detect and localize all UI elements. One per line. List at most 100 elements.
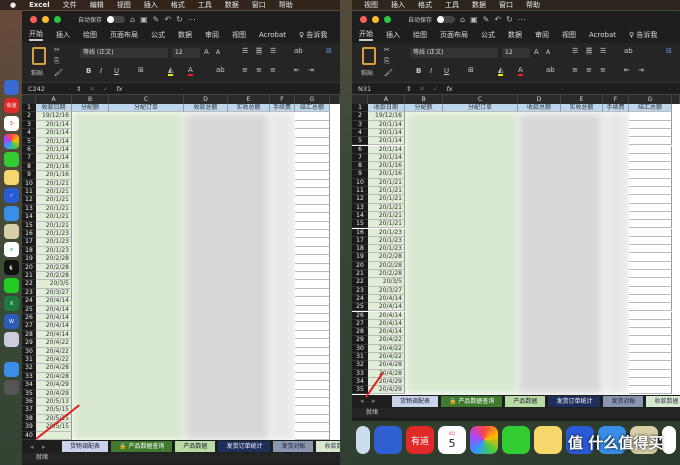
settlement-cell[interactable] — [295, 213, 330, 222]
date-cell[interactable]: 20/1/14 — [368, 120, 405, 129]
date-cell[interactable]: 20/2/28 — [36, 272, 72, 281]
prev-sheet-icon[interactable]: ◂ — [360, 397, 364, 405]
bold-button[interactable]: B — [416, 67, 421, 75]
settlement-cell[interactable] — [295, 112, 330, 121]
dock-edge-icon[interactable]: e — [4, 242, 19, 257]
menu-tools[interactable]: 工具 — [445, 0, 459, 10]
more-icon[interactable]: ⋯ — [188, 15, 196, 24]
dock-youdao-icon[interactable]: 有道 — [406, 426, 434, 454]
cancel-icon[interactable]: ✕ — [89, 85, 94, 93]
row-header[interactable]: 9 — [22, 171, 36, 180]
settlement-cell[interactable] — [629, 145, 672, 154]
formula-input[interactable] — [461, 83, 680, 94]
tab-8[interactable]: Acrobat — [259, 31, 286, 39]
tab-5[interactable]: 数据 — [178, 30, 192, 40]
settlement-cell[interactable] — [629, 369, 672, 378]
row-header[interactable]: 3 — [22, 120, 36, 130]
row-header[interactable]: 17 — [22, 238, 36, 247]
sheet-tab-5[interactable]: 收款数据 — [646, 395, 680, 407]
save-icon[interactable]: ▣ — [140, 15, 148, 24]
row-header[interactable]: 7 — [22, 154, 36, 163]
row-header[interactable]: 22 — [352, 278, 368, 287]
settlement-cell[interactable] — [629, 319, 672, 329]
column-header-E[interactable]: E — [228, 95, 270, 104]
row-header[interactable]: 22 — [22, 280, 36, 289]
row-header[interactable]: 6 — [22, 146, 36, 155]
zoom-button[interactable] — [54, 15, 61, 23]
minimize-button[interactable] — [42, 15, 49, 23]
spreadsheet-grid[interactable]: A B C D E F G 1 收款日期 分配额 分配订单 收款总额 实收总额 手续费 结汇总额 2 19/12… — [22, 95, 340, 440]
menu-app[interactable]: Excel — [29, 1, 50, 9]
settlement-cell[interactable] — [295, 423, 330, 432]
date-cell[interactable]: 20/1/14 — [36, 120, 72, 130]
row-header[interactable]: 18 — [352, 245, 368, 254]
settlement-cell[interactable] — [295, 146, 330, 155]
sheet-tab-2[interactable]: 产品数据 — [175, 441, 216, 452]
header-cell-F[interactable]: 手续费 — [603, 104, 629, 113]
row-header[interactable]: 9 — [352, 170, 368, 179]
function-icon[interactable]: fx — [446, 85, 452, 93]
font-size-select[interactable]: 12 — [502, 48, 530, 58]
settlement-cell[interactable] — [295, 305, 330, 314]
tab-2[interactable]: 绘图 — [83, 30, 97, 40]
row-header[interactable]: 8 — [352, 162, 368, 171]
settlement-cell[interactable] — [295, 398, 330, 407]
paste-icon[interactable] — [32, 47, 46, 65]
align-bottom-icon[interactable]: ☰ — [600, 47, 606, 55]
date-cell[interactable]: 20/4/22 — [36, 347, 72, 356]
row-header[interactable]: 10 — [22, 179, 36, 188]
enter-icon[interactable]: ✓ — [433, 85, 438, 93]
align-bottom-icon[interactable]: ☰ — [270, 47, 276, 55]
row-header[interactable]: 19 — [352, 253, 368, 262]
row-header[interactable]: 33 — [352, 369, 368, 378]
dock-notes-icon[interactable] — [534, 426, 562, 454]
date-cell[interactable]: 20/1/21 — [368, 187, 405, 196]
date-cell[interactable]: 20/2/28 — [368, 261, 405, 270]
row-header[interactable]: 5 — [22, 137, 36, 146]
date-cell[interactable]: 20/1/21 — [368, 211, 405, 221]
settlement-cell[interactable] — [629, 377, 672, 387]
row-header[interactable]: 13 — [22, 204, 36, 214]
redo-icon[interactable]: ↻ — [506, 15, 513, 24]
date-cell[interactable]: 20/1/21 — [36, 213, 72, 222]
settlement-cell[interactable] — [629, 303, 672, 312]
dock-excel-icon[interactable]: X — [4, 296, 19, 311]
date-cell[interactable]: 20/4/22 — [368, 336, 405, 345]
row-header[interactable]: 14 — [352, 211, 368, 221]
settlement-cell[interactable] — [295, 297, 330, 306]
date-cell[interactable]: 20/4/14 — [36, 330, 72, 340]
settlement-cell[interactable] — [295, 255, 330, 264]
settlement-cell[interactable] — [295, 171, 330, 180]
sheet-tab-2[interactable]: 产品数据 — [505, 395, 546, 407]
select-all-corner[interactable] — [352, 95, 368, 104]
settlement-cell[interactable] — [295, 179, 330, 188]
date-cell[interactable]: 20/4/14 — [36, 322, 72, 331]
row-header[interactable]: 6 — [352, 145, 368, 154]
settlement-cell[interactable] — [629, 328, 672, 337]
row-header[interactable]: 26 — [352, 311, 368, 320]
cancel-icon[interactable]: ✕ — [419, 85, 424, 93]
row-header[interactable]: 24 — [22, 297, 36, 306]
row-header[interactable]: 28 — [352, 328, 368, 337]
date-cell[interactable]: 20/1/14 — [36, 154, 72, 163]
align-middle-icon[interactable]: ☰ — [256, 47, 263, 55]
date-cell[interactable]: 20/4/14 — [368, 311, 405, 320]
align-right-icon[interactable]: ≡ — [270, 66, 276, 74]
align-center-icon[interactable]: ≡ — [256, 66, 262, 74]
settlement-cell[interactable] — [629, 153, 672, 163]
dock-calendar-icon[interactable]: 4月 5 — [438, 426, 466, 454]
row-header[interactable]: 26 — [22, 314, 36, 323]
date-cell[interactable]: 20/1/21 — [36, 188, 72, 197]
dock-youdao-icon[interactable]: 有道 — [4, 98, 19, 113]
formula-input[interactable] — [131, 83, 341, 94]
row-header[interactable]: 3 — [352, 120, 368, 129]
autosave-toggle[interactable] — [107, 15, 126, 23]
settlement-cell[interactable] — [295, 406, 330, 415]
close-button[interactable] — [30, 15, 37, 23]
settlement-cell[interactable] — [295, 364, 330, 373]
row-header[interactable]: 35 — [352, 386, 368, 395]
tab-8[interactable]: Acrobat — [589, 31, 616, 39]
row-header[interactable]: 27 — [352, 319, 368, 329]
settlement-cell[interactable] — [629, 286, 672, 295]
align-right-icon[interactable]: ≡ — [600, 66, 606, 74]
